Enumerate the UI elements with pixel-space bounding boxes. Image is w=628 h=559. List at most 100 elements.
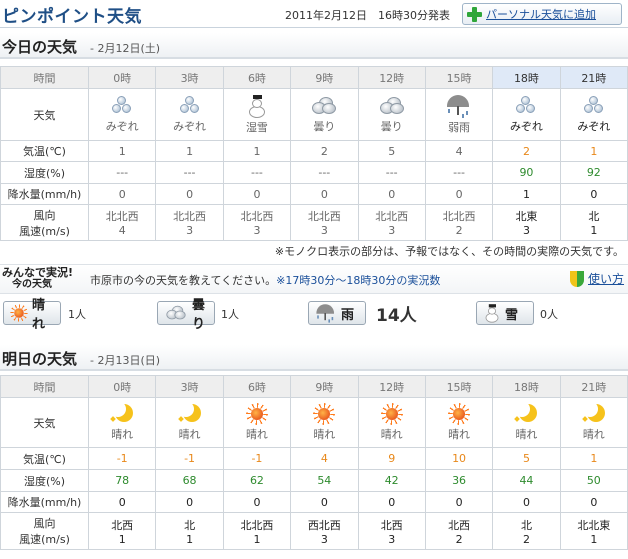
minna-logo-line2: 今の天気	[12, 279, 52, 290]
weather-label: 晴れ	[515, 428, 538, 441]
sun-icon	[245, 403, 268, 425]
wind-speed: 1	[590, 224, 598, 237]
hour-cell: 21時	[559, 375, 628, 398]
moon-icon	[514, 401, 538, 425]
humidity-cell: ---	[357, 161, 426, 184]
temp-row-label: 気温(℃)	[0, 140, 89, 162]
today-heading: 今日の天気 - 2月12日(土)	[0, 33, 628, 59]
weather-cell: みぞれ	[155, 88, 224, 141]
hour-cell: 6時	[222, 375, 292, 398]
wind-direction: 北北西	[240, 210, 274, 223]
sun-icon	[380, 403, 403, 425]
wind-cell: 北北西 3	[357, 204, 426, 241]
weather-cell: 晴れ	[559, 397, 628, 448]
humidity-cell: 42	[357, 469, 426, 492]
temp-cell: -1	[222, 447, 292, 470]
vote-label: 曇り	[192, 298, 206, 332]
vote-label: 雨	[341, 307, 355, 323]
humidity-cell: 62	[222, 469, 292, 492]
usage-link-text[interactable]: 使い方	[588, 270, 624, 287]
sun-icon	[10, 304, 28, 322]
weather-label: みぞれ	[509, 120, 543, 133]
wind-cell: 北西 2	[424, 512, 494, 550]
hour-cell: 15時	[424, 375, 494, 398]
wind-direction: 北	[588, 210, 600, 223]
precip-cell: 0	[87, 491, 157, 513]
wind-cell: 北北東 1	[559, 512, 628, 550]
vote-button-cloud[interactable]: 曇り	[157, 298, 215, 332]
temp-cell: 1	[559, 447, 628, 470]
usage-link[interactable]: 使い方	[570, 270, 624, 287]
precip-cell: 0	[357, 183, 426, 205]
hour-row-label: 時間	[0, 375, 89, 398]
vote-count: 1人	[68, 308, 86, 321]
wind-direction: 北	[520, 518, 532, 532]
sleet-icon	[581, 95, 607, 117]
humidity-cell: 36	[424, 469, 494, 492]
temp-cell: 9	[357, 447, 426, 470]
vote-count: 1人	[221, 308, 239, 321]
humidity-row-label: 湿度(%)	[0, 469, 89, 492]
wind-speed: 3	[388, 224, 396, 237]
beginner-leaf-icon	[570, 270, 584, 287]
weather-label: 晴れ	[448, 428, 471, 441]
weather-label: 弱雨	[448, 121, 471, 134]
wind-row-label: 風向 風速(m/s)	[0, 204, 89, 241]
weather-cell: 晴れ	[492, 397, 561, 448]
vote-label: 雪	[505, 307, 519, 323]
precip-cell: 0	[87, 183, 157, 205]
temp-cell: -1	[155, 447, 224, 470]
weather-cell: 晴れ	[357, 397, 426, 448]
temp-cell: 1	[87, 140, 157, 162]
app-title: ピンポイント天気	[2, 7, 142, 27]
weather-cell: 晴れ	[155, 397, 224, 448]
vote-count: 14人	[376, 306, 417, 326]
minna-report-bar: みんなで実況! 今の天気 市原市の今の天気を教えてください。※17時30分～18…	[0, 264, 628, 294]
wind-speed: 3	[253, 224, 261, 237]
published-time: 2011年2月12日 16時30分発表	[285, 9, 450, 22]
add-personal-weather-button[interactable]: パーソナル天気に追加	[462, 3, 622, 25]
wind-direction-label: 風向	[33, 208, 56, 222]
weather-cell: 曇り	[290, 88, 359, 141]
weather-cell: 晴れ	[290, 397, 359, 448]
sun-icon	[448, 403, 471, 425]
weather-cell: みぞれ	[559, 88, 628, 141]
wind-direction: 北	[184, 518, 196, 532]
wind-speed: 3	[522, 224, 530, 237]
humidity-cell: ---	[155, 161, 224, 184]
temp-cell: -1	[87, 447, 157, 470]
add-personal-weather-label: パーソナル天気に追加	[486, 8, 596, 21]
wind-speed: 1	[590, 532, 598, 546]
temp-cell: 2	[492, 140, 561, 162]
wind-speed: 2	[455, 224, 463, 237]
wind-speed: 3	[320, 532, 328, 546]
wind-direction: 西北西	[307, 518, 341, 532]
precip-cell: 0	[290, 183, 359, 205]
minna-logo-line1: みんなで実況!	[2, 266, 74, 279]
humidity-cell: 90	[492, 161, 561, 184]
weather-cell: 晴れ	[424, 397, 494, 448]
hour-cell: 12時	[357, 66, 426, 89]
weather-cell: 曇り	[357, 88, 426, 141]
weather-label: みぞれ	[577, 120, 611, 133]
wind-cell: 北北西 1	[222, 512, 292, 550]
minna-logo: みんなで実況! 今の天気	[2, 267, 73, 291]
hour-row-label: 時間	[0, 66, 89, 89]
humidity-cell: ---	[290, 161, 359, 184]
snowman-icon	[246, 94, 268, 118]
hour-cell: 9時	[290, 66, 359, 89]
humidity-row-label: 湿度(%)	[0, 161, 89, 184]
precip-cell: 0	[222, 183, 292, 205]
wind-cell: 北北西 3	[290, 204, 359, 241]
tomorrow-heading: 明日の天気 - 2月13日(日)	[0, 345, 628, 371]
weather-cell: 湿雪	[222, 88, 292, 141]
humidity-cell: ---	[424, 161, 494, 184]
precip-row-label: 降水量(mm/h)	[0, 491, 89, 513]
wind-cell: 北1	[559, 204, 628, 241]
monochrome-note: ※モノクロ表示の部分は、予報ではなく、その時間の実際の天気です。	[274, 245, 624, 258]
vote-button-umbrella[interactable]: 雨	[308, 301, 366, 325]
temp-cell: 5	[492, 447, 561, 470]
vote-button-sun[interactable]: 晴れ	[3, 298, 61, 332]
sun-icon	[313, 403, 336, 425]
vote-button-snowman[interactable]: 雪	[476, 301, 534, 325]
